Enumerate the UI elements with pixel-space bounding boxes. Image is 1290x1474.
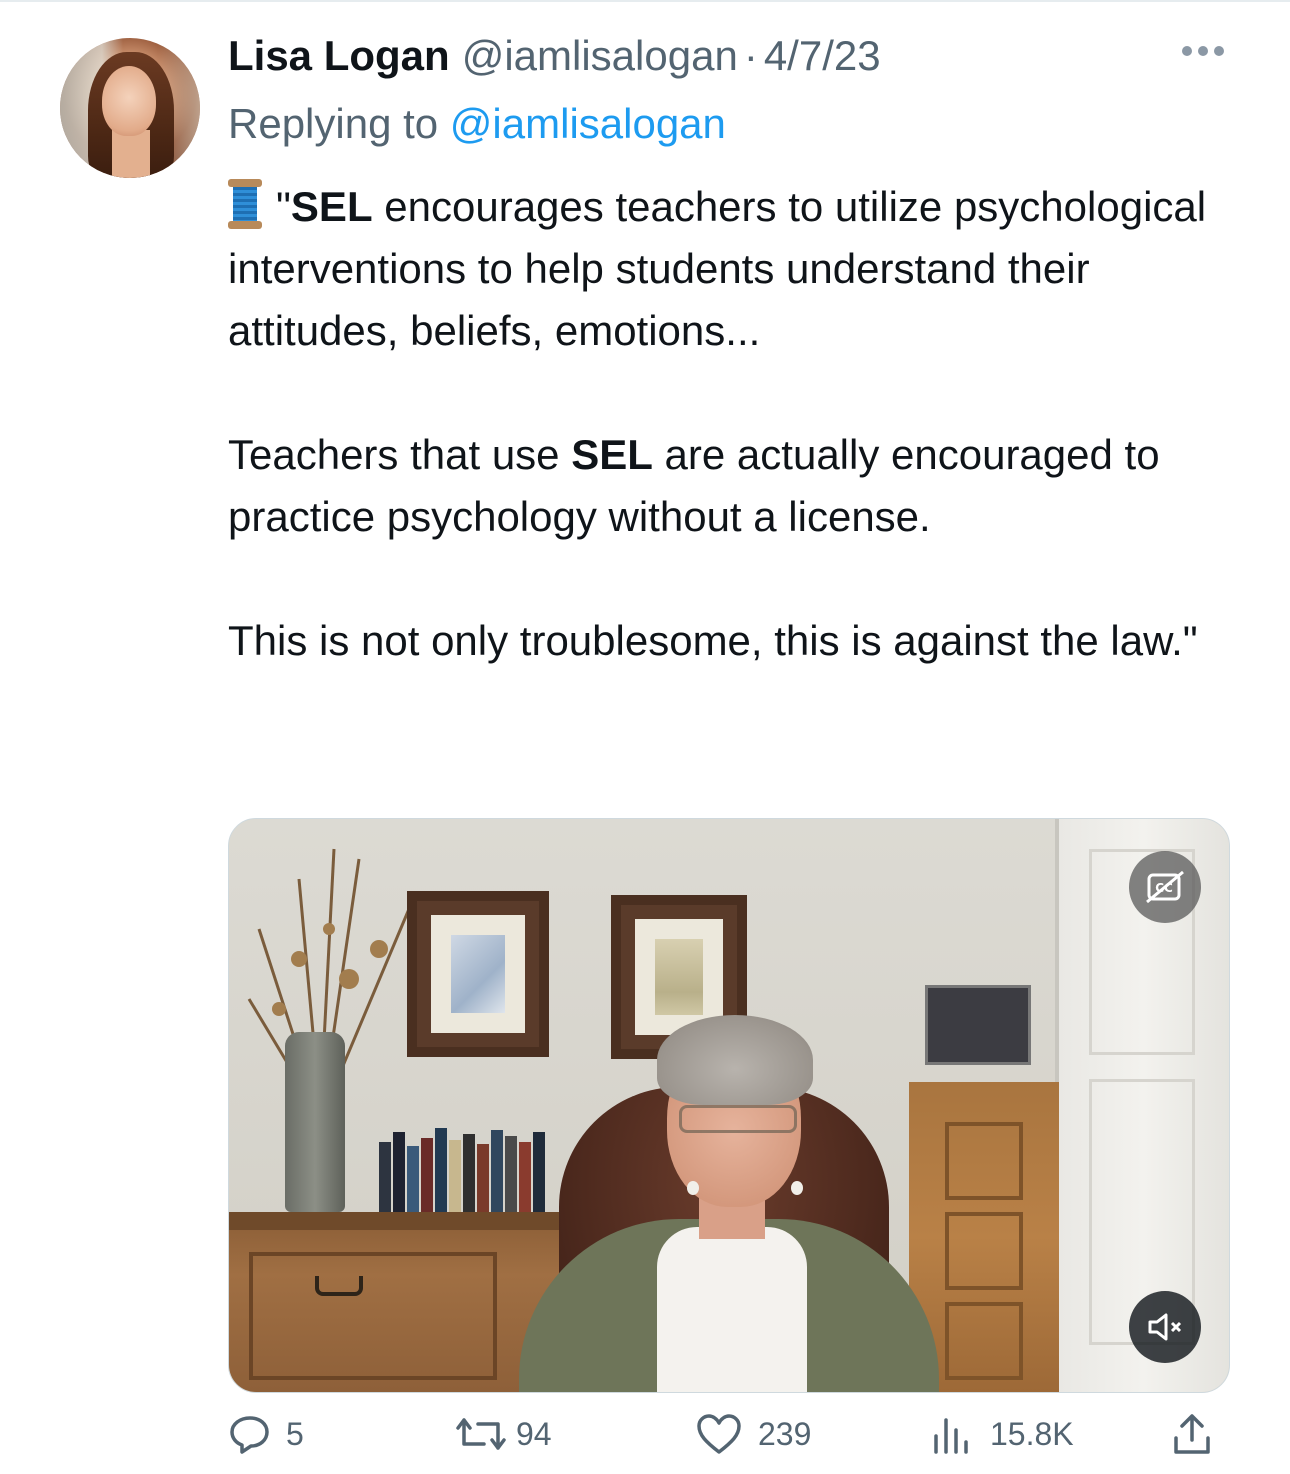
like-icon — [697, 1414, 741, 1454]
views-count: 15.8K — [990, 1415, 1074, 1452]
spool-of-thread-icon — [228, 179, 262, 229]
tweet-paragraph-2: Teachers that use SEL are actually encou… — [228, 424, 1238, 548]
like-button[interactable]: 239 — [696, 1412, 811, 1456]
tweet-header: Lisa Logan @iamlisalogan · 4/7/23 — [228, 32, 881, 88]
replying-to: Replying to @iamlisalogan — [228, 100, 726, 148]
separator-dot: · — [743, 32, 758, 79]
vase — [285, 1032, 345, 1212]
quote-open: " — [276, 183, 291, 230]
sel-bold-1: SEL — [290, 183, 373, 230]
more-options-icon[interactable] — [1182, 46, 1224, 56]
replying-to-label: Replying to — [228, 100, 450, 147]
paragraph-1-text: encourages teachers to utilize psycholog… — [228, 183, 1207, 354]
tweet-date[interactable]: 4/7/23 — [764, 32, 881, 80]
captions-off-icon[interactable]: CC — [1129, 851, 1201, 923]
author-name[interactable]: Lisa Logan — [228, 32, 450, 80]
retweet-button[interactable]: 94 — [456, 1412, 552, 1456]
paragraph-2-start: Teachers that use — [228, 431, 572, 478]
share-icon — [1174, 1414, 1210, 1454]
wall-frame-left — [407, 891, 549, 1057]
video-player[interactable]: CC — [228, 818, 1230, 1393]
books — [379, 1122, 559, 1212]
retweet-icon — [456, 1418, 506, 1450]
like-count: 239 — [758, 1415, 812, 1452]
action-bar: 5 94 239 15.8K — [228, 1412, 1228, 1474]
replying-to-handle[interactable]: @iamlisalogan — [450, 100, 726, 147]
top-divider — [0, 0, 1290, 2]
tweet-text: "SEL encourages teachers to utilize psyc… — [228, 176, 1238, 672]
flag-plaque — [925, 985, 1031, 1065]
tweet-paragraph-1: "SEL encourages teachers to utilize psyc… — [228, 176, 1238, 362]
views-icon — [934, 1418, 968, 1454]
views-button[interactable]: 15.8K — [932, 1412, 1074, 1456]
sel-bold-2: SEL — [571, 431, 653, 478]
retweet-count: 94 — [516, 1415, 552, 1452]
reply-count: 5 — [286, 1415, 304, 1452]
author-handle[interactable]: @iamlisalogan — [462, 32, 738, 80]
tweet-paragraph-3: This is not only troublesome, this is ag… — [228, 617, 1198, 664]
reply-icon — [230, 1416, 269, 1454]
share-button[interactable] — [1172, 1412, 1212, 1456]
reply-button[interactable]: 5 — [228, 1412, 304, 1456]
avatar[interactable] — [60, 38, 200, 178]
speaker-muted-icon[interactable] — [1129, 1291, 1201, 1363]
